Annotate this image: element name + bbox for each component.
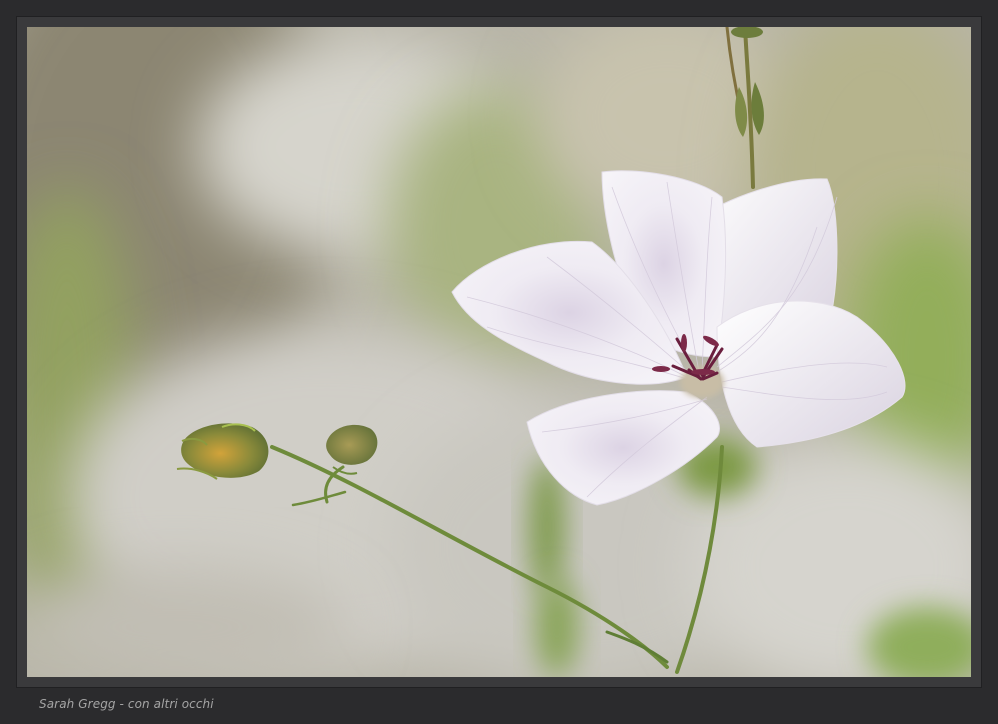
photo-frame: Sarah Gregg - con altri occhi [0,0,998,724]
flower-photo [27,27,971,677]
photograph [27,27,971,677]
photo-caption: Sarah Gregg - con altri occhi [39,697,214,711]
